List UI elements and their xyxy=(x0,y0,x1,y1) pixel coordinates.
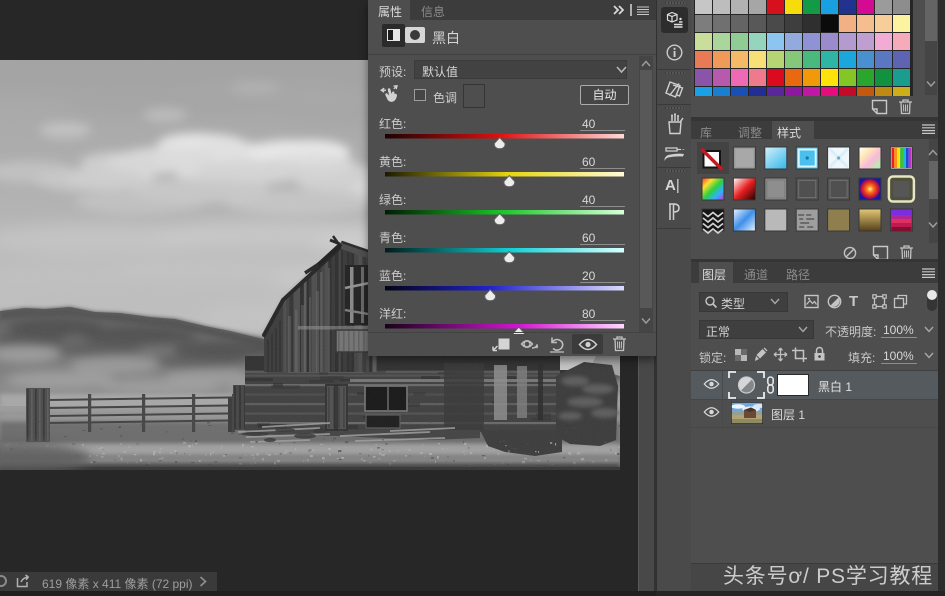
svg-text:黄色:: 黄色: xyxy=(379,155,406,169)
svg-text:蓝色:: 蓝色: xyxy=(379,269,406,283)
svg-text:60: 60 xyxy=(582,155,596,169)
svg-text:20: 20 xyxy=(582,269,596,283)
svg-text:80: 80 xyxy=(582,307,596,321)
svg-text:洋红:: 洋红: xyxy=(379,306,406,321)
svg-text:40: 40 xyxy=(582,193,596,207)
svg-text:60: 60 xyxy=(582,231,596,245)
svg-text:40: 40 xyxy=(582,117,596,131)
svg-text:红色:: 红色: xyxy=(379,116,406,131)
svg-text:绿色:: 绿色: xyxy=(379,192,406,207)
svg-text:青色:: 青色: xyxy=(379,231,406,245)
